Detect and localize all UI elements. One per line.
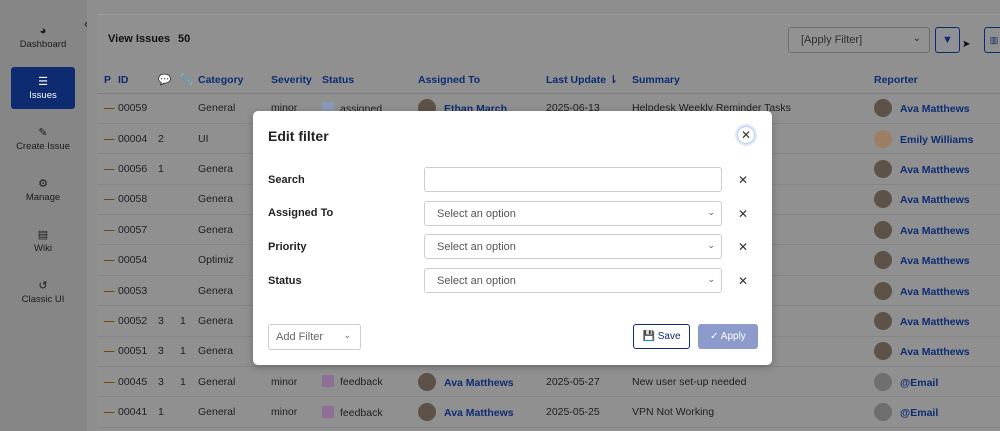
- priority-select[interactable]: Select an option ⌄: [424, 234, 722, 259]
- modal-overlay: Edit filter ✕ Search ✕ Assigned To Selec…: [0, 0, 1000, 431]
- chevron-down-icon: ⌄: [707, 274, 715, 284]
- clear-status-icon[interactable]: ✕: [738, 274, 748, 288]
- modal-title: Edit filter: [268, 128, 329, 144]
- assigned-to-select[interactable]: Select an option ⌄: [424, 201, 722, 226]
- search-input[interactable]: [424, 167, 722, 192]
- edit-filter-modal: Edit filter ✕ Search ✕ Assigned To Selec…: [253, 111, 772, 365]
- clear-priority-icon[interactable]: ✕: [738, 240, 748, 254]
- add-filter-select[interactable]: Add Filter ⌄: [268, 324, 361, 350]
- close-icon: ✕: [740, 128, 752, 142]
- status-label: Status: [268, 275, 302, 287]
- status-select[interactable]: Select an option ⌄: [424, 268, 722, 293]
- app-root: « ◕Dashboard ☰Issues ✎Create Issue ⚙Mana…: [0, 0, 1000, 431]
- chevron-down-icon: ⌄: [707, 207, 715, 217]
- apply-button[interactable]: ✓ Apply: [698, 324, 758, 349]
- save-icon: 💾: [642, 331, 655, 342]
- priority-label: Priority: [268, 241, 307, 253]
- save-button[interactable]: 💾 Save: [633, 324, 690, 349]
- search-label: Search: [268, 174, 305, 186]
- chevron-down-icon: ⌄: [707, 240, 715, 250]
- clear-search-icon[interactable]: ✕: [738, 173, 748, 187]
- chevron-down-icon: ⌄: [343, 330, 351, 340]
- assigned-to-label: Assigned To: [268, 207, 334, 219]
- clear-assigned-to-icon[interactable]: ✕: [738, 207, 748, 221]
- check-icon: ✓: [710, 331, 719, 342]
- close-modal-button[interactable]: ✕: [737, 126, 755, 144]
